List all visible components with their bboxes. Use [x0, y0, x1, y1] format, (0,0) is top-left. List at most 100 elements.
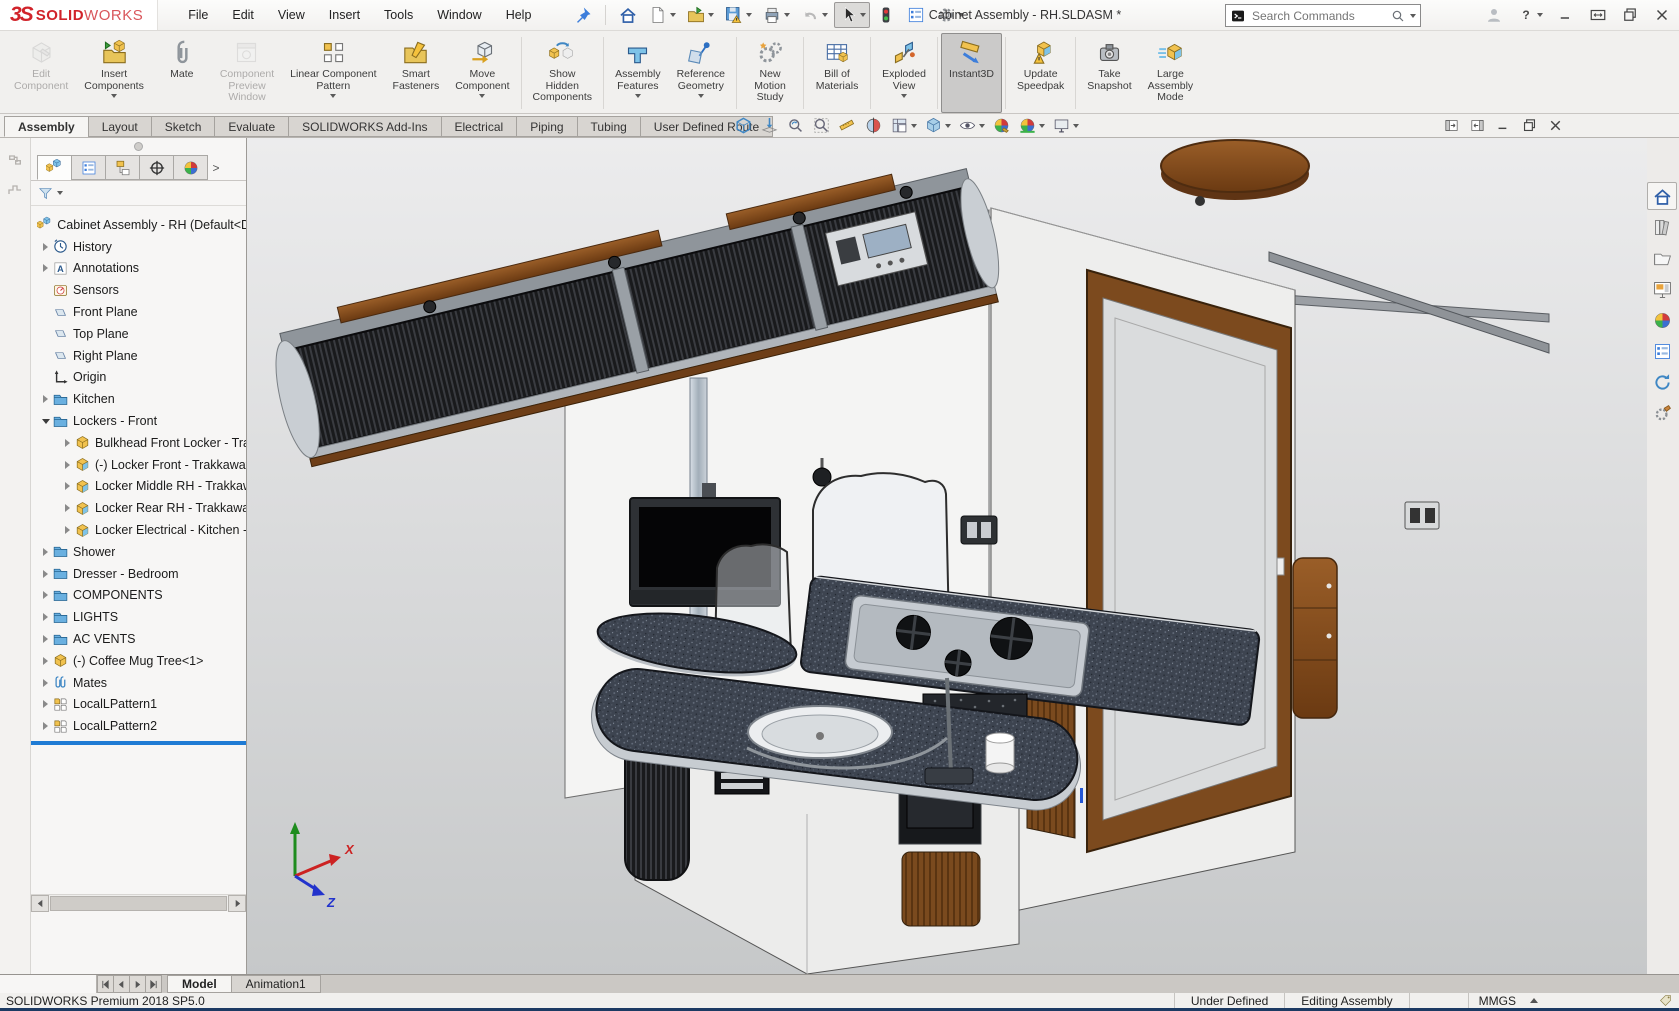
expander-icon[interactable] [61, 461, 74, 469]
expander-icon[interactable] [39, 722, 52, 730]
expander-icon[interactable] [39, 264, 52, 272]
menu-file[interactable]: File [176, 3, 220, 27]
tree-item-locker-middle-rh-trakkawa[interactable]: Locker Middle RH - Trakkawa [31, 476, 246, 498]
select-cursor-icon[interactable] [834, 2, 870, 28]
dropdown-caret[interactable] [822, 13, 828, 17]
menu-help[interactable]: Help [494, 3, 544, 27]
new-motion-study-button[interactable]: New Motion Study [740, 33, 800, 113]
view-palette-icon[interactable] [1647, 275, 1677, 303]
tree-item-locker-electrical-kitchen-t[interactable]: Locker Electrical - Kitchen - T [31, 519, 246, 541]
scroll-right-button[interactable] [228, 895, 246, 912]
dropdown-caret[interactable] [746, 13, 752, 17]
view-orientation-icon[interactable] [889, 115, 918, 136]
zoom-to-fit-icon[interactable] [733, 115, 754, 136]
tree-item-top-plane[interactable]: Top Plane [31, 323, 246, 345]
solidworks-cam-icon[interactable] [1647, 399, 1677, 427]
tab-assembly[interactable]: Assembly [4, 116, 89, 137]
view-settings-icon[interactable] [1051, 115, 1080, 136]
dropdown-caret[interactable] [911, 124, 917, 128]
doc-close-icon[interactable] [1547, 117, 1564, 134]
next-tab-button[interactable] [129, 975, 146, 993]
collapse-left-pane-icon[interactable] [1443, 117, 1460, 134]
expander-icon[interactable] [39, 657, 52, 665]
save-icon[interactable] [720, 2, 756, 28]
displaymanager-tab[interactable] [173, 155, 208, 180]
tree-item-locker-front-trakkaway-8[interactable]: (-) Locker Front - Trakkaway 8 [31, 454, 246, 476]
menu-edit[interactable]: Edit [220, 3, 266, 27]
dropdown-caret[interactable] [330, 94, 336, 98]
dimxpertmanager-tab[interactable] [139, 155, 174, 180]
tree-item-annotations[interactable]: AAnnotations [31, 258, 246, 280]
dropdown-caret[interactable] [698, 94, 704, 98]
tree-item-lockers-front[interactable]: Lockers - Front [31, 410, 246, 432]
tab-sketch[interactable]: Sketch [151, 116, 216, 137]
propertymanager-tab[interactable] [71, 155, 106, 180]
dropdown-caret[interactable] [111, 94, 117, 98]
panel-tabs-expand-icon[interactable]: > [207, 155, 225, 180]
expander-icon[interactable] [61, 526, 74, 534]
home-icon[interactable] [614, 2, 642, 28]
tab-layout[interactable]: Layout [88, 116, 152, 137]
tree-item-right-plane[interactable]: Right Plane [31, 345, 246, 367]
featuremanager-tab[interactable] [37, 155, 72, 180]
insert-components-button[interactable]: Insert Components [76, 33, 152, 113]
search-dropdown-caret[interactable] [1410, 14, 1416, 18]
dropdown-caret[interactable] [1039, 124, 1045, 128]
tree-item-mates[interactable]: Mates [31, 672, 246, 694]
doc-minimize-icon[interactable] [1495, 117, 1512, 134]
solidworks-resources-icon[interactable] [1647, 182, 1677, 210]
rollback-bar[interactable] [31, 741, 246, 745]
tree-item-history[interactable]: History [31, 236, 246, 258]
tree-item-coffee-mug-tree-1[interactable]: (-) Coffee Mug Tree<1> [31, 650, 246, 672]
user-account-icon[interactable] [1485, 6, 1503, 24]
dropdown-caret[interactable] [979, 124, 985, 128]
search-input[interactable] [1250, 8, 1386, 24]
dropdown-caret[interactable] [479, 94, 485, 98]
tree-item-kitchen[interactable]: Kitchen [31, 388, 246, 410]
search-type-icon[interactable] [1230, 8, 1246, 24]
cup[interactable] [986, 733, 1014, 773]
take-snapshot-button[interactable]: Take Snapshot [1079, 33, 1139, 113]
help-icon[interactable]: ? [1517, 6, 1543, 24]
menu-view[interactable]: View [266, 3, 317, 27]
previous-view-icon[interactable] [785, 115, 806, 136]
previous-tab-button[interactable] [113, 975, 130, 993]
dropdown-caret[interactable] [784, 13, 790, 17]
tree-item-locallpattern2[interactable]: LocalLPattern2 [31, 715, 246, 737]
dropdown-caret[interactable] [945, 124, 951, 128]
apply-scene-icon[interactable] [1017, 115, 1046, 136]
scrollbar-thumb[interactable] [50, 896, 227, 911]
pin-icon[interactable] [569, 2, 597, 28]
reference-geometry-button[interactable]: Reference Geometry [669, 33, 733, 113]
wall-socket-center[interactable] [961, 516, 997, 544]
assembly-features-button[interactable]: Assembly Features [607, 33, 669, 113]
tab-evaluate[interactable]: Evaluate [214, 116, 289, 137]
span-displays-icon[interactable] [1589, 6, 1607, 24]
mate-button[interactable]: Mate [152, 33, 212, 113]
expander-icon[interactable] [61, 439, 74, 447]
doc-restore-icon[interactable] [1521, 117, 1538, 134]
filter-dropdown-caret[interactable] [57, 191, 63, 195]
tab-tubing[interactable]: Tubing [577, 116, 641, 137]
expander-icon[interactable] [39, 635, 52, 643]
tree-horizontal-scrollbar[interactable] [31, 894, 246, 911]
configurationmanager-tab[interactable] [105, 155, 140, 180]
last-tab-button[interactable] [145, 975, 162, 993]
undo-icon[interactable] [796, 2, 832, 28]
expander-icon[interactable] [39, 243, 52, 251]
expander-icon[interactable] [39, 548, 52, 556]
dropdown-caret[interactable] [670, 13, 676, 17]
tree-item-front-plane[interactable]: Front Plane [31, 301, 246, 323]
expander-icon[interactable] [39, 419, 52, 424]
open-icon[interactable] [682, 2, 718, 28]
appearances-scenes-icon[interactable] [1647, 306, 1677, 334]
custom-properties-icon[interactable] [1647, 337, 1677, 365]
graphics-viewport[interactable]: X Z [247, 138, 1644, 974]
tab-piping[interactable]: Piping [516, 116, 577, 137]
search-icon[interactable] [1390, 8, 1406, 24]
wood-drawer-unit[interactable] [1293, 558, 1337, 718]
scroll-left-button[interactable] [31, 895, 49, 912]
edit-appearance-icon[interactable] [991, 115, 1012, 136]
linear-component-pattern-button[interactable]: Linear Component Pattern [282, 33, 384, 113]
dropdown-caret[interactable] [1073, 124, 1079, 128]
